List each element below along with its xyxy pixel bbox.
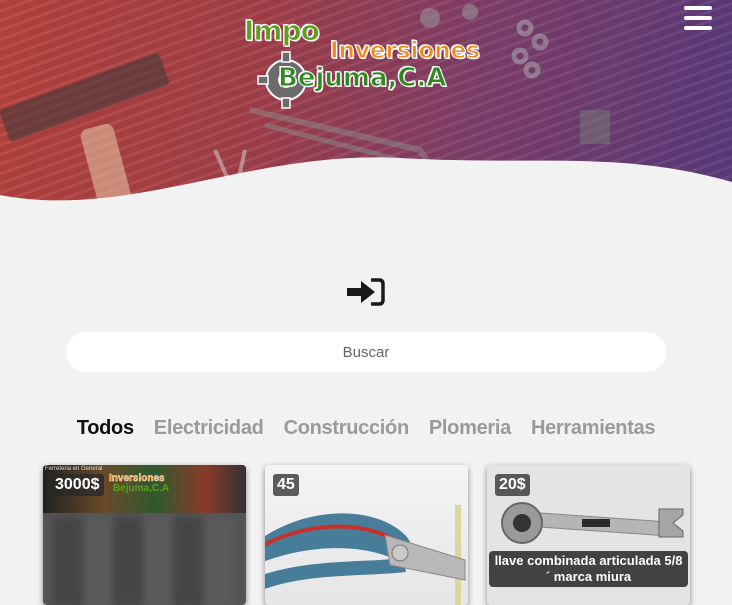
product-card[interactable]: Ferreteria en General Inversiones Bejuma… [43, 465, 246, 605]
hamburger-menu-icon[interactable] [684, 6, 712, 30]
price-badge: 3000$ [51, 474, 104, 496]
search-input[interactable] [66, 332, 666, 372]
company-logo[interactable]: Impo Inversiones Bejuma,C.A [238, 8, 490, 116]
sign-in-icon[interactable] [347, 277, 385, 307]
banner-small-text: Ferreteria en General [45, 466, 103, 472]
product-card[interactable]: 20$ llave combinada articulada 5/8´ marc… [487, 465, 690, 605]
filter-plomeria[interactable]: Plomeria [429, 417, 511, 440]
product-image-blurred [53, 517, 233, 605]
filter-herramientas[interactable]: Herramientas [531, 417, 656, 440]
filter-todos[interactable]: Todos [77, 417, 134, 440]
logo-text-bejuma: Bejuma,C.A [277, 63, 447, 94]
banner-text-2: Bejuma,C.A [113, 483, 170, 494]
logo-text-inversiones: Inversiones [330, 38, 481, 65]
logo-text-impo: Impo [244, 14, 321, 48]
category-filters: Todos Electricidad Construcción Plomeria… [0, 417, 732, 440]
price-badge: 20$ [495, 474, 530, 496]
product-caption: llave combinada articulada 5/8´ marca mi… [489, 551, 688, 587]
filter-construccion[interactable]: Construcción [284, 417, 410, 440]
filter-electricidad[interactable]: Electricidad [154, 417, 264, 440]
hero-banner: Impo Inversiones Bejuma,C.A [0, 0, 732, 210]
price-badge: 45 [273, 474, 299, 496]
product-card[interactable]: 45 [265, 465, 468, 605]
